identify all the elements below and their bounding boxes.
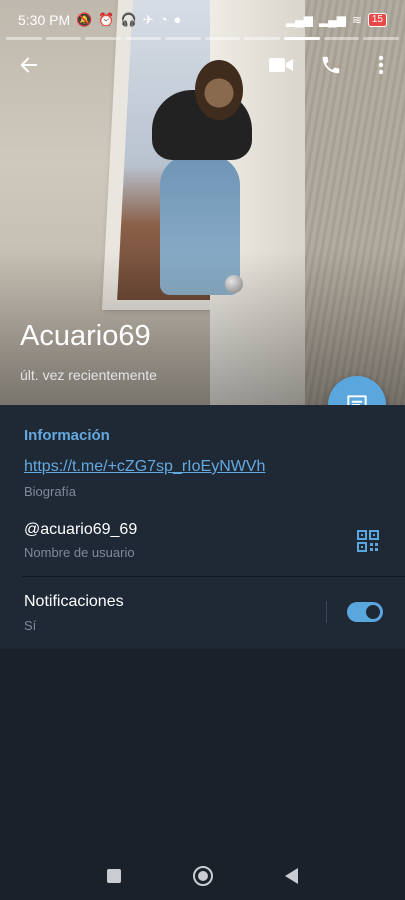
- progress-segment: [6, 37, 42, 40]
- bio-link[interactable]: https://t.me/+cZG7sp_rIoEyNWVh: [24, 458, 265, 476]
- headset-icon: 🎧: [120, 12, 137, 27]
- last-seen-status: últ. vez recientemente: [20, 367, 157, 383]
- empty-area: [0, 649, 405, 851]
- progress-segment: [244, 37, 280, 40]
- section-title: Información: [24, 427, 110, 444]
- progress-segment: [164, 37, 201, 40]
- status-system-icons: ▂▄▆ ▂▄▆ ≋ 15: [286, 13, 387, 27]
- signal-icon: ▂▄▆: [285, 13, 313, 27]
- status-notification-icons: 🔕 ⏰ 🎧 ✈ ◔ ●: [76, 12, 181, 28]
- whatsapp-icon: ◔: [159, 12, 168, 27]
- telegram-icon: ✈: [142, 12, 154, 27]
- photo-progress-bar: [6, 37, 400, 40]
- more-options-button[interactable]: [366, 50, 396, 80]
- nav-back-button[interactable]: [285, 867, 298, 884]
- system-navigation-bar: [0, 851, 405, 900]
- video-call-button[interactable]: [266, 50, 296, 80]
- phone-icon: [322, 56, 340, 74]
- home-button[interactable]: [193, 865, 213, 886]
- alarm-icon: ⏰: [98, 12, 115, 27]
- status-time: 5:30 PM: [18, 12, 71, 28]
- more-vert-icon: [378, 55, 384, 75]
- notifications-value: Sí: [24, 618, 37, 633]
- video-call-icon: [269, 58, 293, 72]
- signal-icon-2: ▂▄▆: [318, 13, 346, 27]
- battery-icon: 15: [367, 13, 387, 27]
- bio-label: Biografía: [24, 484, 77, 499]
- progress-segment: [204, 37, 241, 40]
- notifications-label[interactable]: Notificaciones: [24, 593, 124, 611]
- mute-bell-icon: 🔕: [76, 12, 93, 27]
- info-section: Información https://t.me/+cZG7sp_rIoEyNW…: [0, 405, 405, 649]
- progress-segment: [85, 37, 122, 40]
- username-value[interactable]: @acuario69_69: [24, 521, 137, 539]
- qr-code-icon: [357, 530, 379, 552]
- back-arrow-icon: [20, 57, 38, 73]
- profile-name: Acuario69: [20, 320, 151, 352]
- notifications-toggle[interactable]: [347, 602, 383, 622]
- progress-segment: [125, 37, 161, 40]
- vertical-separator: [326, 601, 327, 623]
- chat-bubble-icon: ●: [173, 12, 182, 27]
- status-bar: 5:30 PM 🔕 ⏰ 🎧 ✈ ◔ ● ▂▄▆ ▂▄▆ ≋ 15: [0, 0, 405, 40]
- progress-segment: [45, 37, 82, 40]
- progress-segment: [363, 37, 400, 40]
- username-label: Nombre de usuario: [24, 545, 135, 560]
- call-button[interactable]: [316, 50, 346, 80]
- top-bar: [0, 44, 405, 84]
- progress-segment: [323, 37, 360, 40]
- qr-code-button[interactable]: [357, 530, 379, 552]
- wifi-icon: ≋: [351, 13, 362, 27]
- back-button[interactable]: [14, 50, 44, 80]
- recents-button[interactable]: [107, 868, 121, 883]
- divider: [22, 576, 405, 577]
- progress-segment-active: [283, 37, 320, 40]
